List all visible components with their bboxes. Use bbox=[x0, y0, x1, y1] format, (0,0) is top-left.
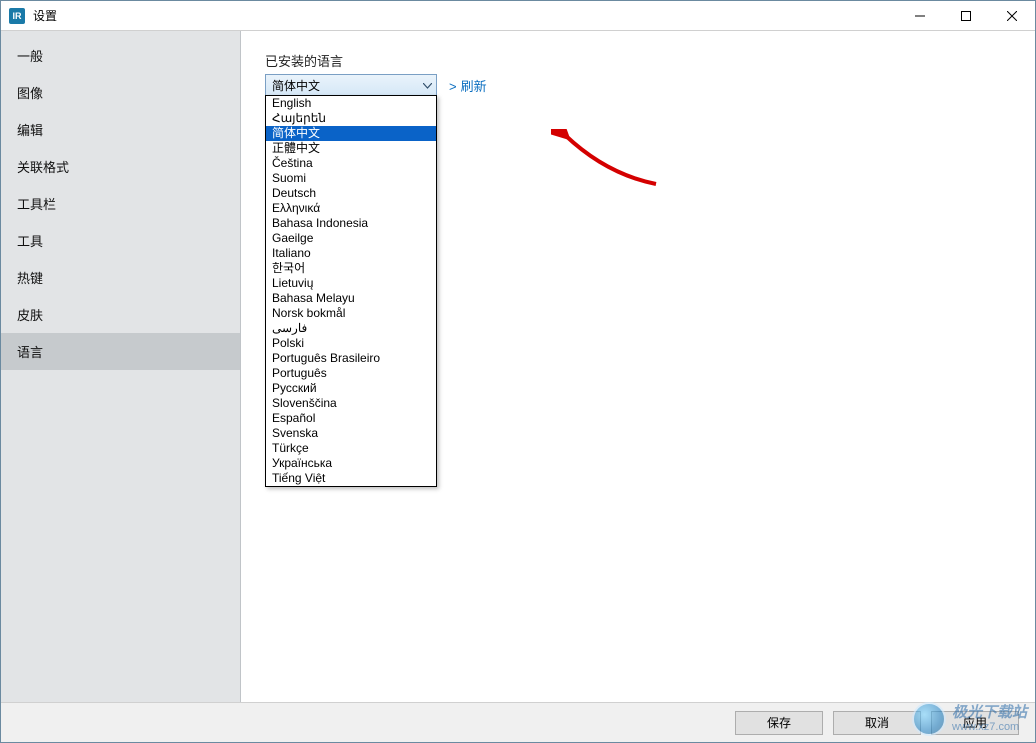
language-option[interactable]: Tiếng Việt bbox=[266, 471, 436, 486]
language-option[interactable]: Lietuvių bbox=[266, 276, 436, 291]
titlebar: IR 设置 bbox=[1, 1, 1035, 31]
language-option[interactable]: Gaeilge bbox=[266, 231, 436, 246]
language-option[interactable]: Čeština bbox=[266, 156, 436, 171]
sidebar: 一般图像编辑关联格式工具栏工具热键皮肤语言 bbox=[1, 31, 241, 702]
language-combobox[interactable]: 简体中文 bbox=[265, 74, 437, 96]
language-option[interactable]: Português Brasileiro bbox=[266, 351, 436, 366]
language-option[interactable]: Bahasa Indonesia bbox=[266, 216, 436, 231]
minimize-button[interactable] bbox=[897, 1, 943, 31]
window-title: 设置 bbox=[33, 7, 57, 24]
maximize-button[interactable] bbox=[943, 1, 989, 31]
chevron-down-icon bbox=[423, 78, 432, 92]
sidebar-item-1[interactable]: 图像 bbox=[1, 74, 240, 111]
close-button[interactable] bbox=[989, 1, 1035, 31]
language-option[interactable]: Русский bbox=[266, 381, 436, 396]
language-option[interactable]: 简体中文 bbox=[266, 126, 436, 141]
app-icon: IR bbox=[9, 8, 25, 24]
language-option[interactable]: 正體中文 bbox=[266, 141, 436, 156]
language-option[interactable]: Suomi bbox=[266, 171, 436, 186]
language-option[interactable]: Português bbox=[266, 366, 436, 381]
installed-languages-label: 已安装的语言 bbox=[265, 51, 1011, 70]
annotation-arrow bbox=[551, 129, 671, 189]
sidebar-item-8[interactable]: 语言 bbox=[1, 333, 240, 370]
language-option[interactable]: Türkçe bbox=[266, 441, 436, 456]
language-option[interactable]: Հայերեն bbox=[266, 111, 436, 126]
language-option[interactable]: Українська bbox=[266, 456, 436, 471]
language-dropdown: EnglishՀայերեն简体中文正體中文ČeštinaSuomiDeutsc… bbox=[265, 95, 437, 487]
refresh-label: 刷新 bbox=[461, 79, 487, 94]
language-option[interactable]: Español bbox=[266, 411, 436, 426]
language-option[interactable]: 한국어 bbox=[266, 261, 436, 276]
language-option[interactable]: English bbox=[266, 96, 436, 111]
language-option[interactable]: Polski bbox=[266, 336, 436, 351]
language-option[interactable]: Ελληνικά bbox=[266, 201, 436, 216]
sidebar-item-7[interactable]: 皮肤 bbox=[1, 296, 240, 333]
chevron-right-icon: > bbox=[449, 79, 457, 94]
language-option[interactable]: Slovenščina bbox=[266, 396, 436, 411]
sidebar-item-2[interactable]: 编辑 bbox=[1, 111, 240, 148]
sidebar-item-3[interactable]: 关联格式 bbox=[1, 148, 240, 185]
refresh-link[interactable]: > 刷新 bbox=[449, 76, 487, 95]
sidebar-item-6[interactable]: 热键 bbox=[1, 259, 240, 296]
content-pane: 已安装的语言 简体中文 >刷新 EnglishՀայերեն简体中文正體中文Če… bbox=[241, 31, 1035, 702]
apply-button[interactable]: 应用 bbox=[931, 711, 1019, 735]
language-option[interactable]: Deutsch bbox=[266, 186, 436, 201]
combobox-value: 简体中文 bbox=[272, 77, 320, 94]
sidebar-item-4[interactable]: 工具栏 bbox=[1, 185, 240, 222]
footer: 保存 取消 应用 bbox=[1, 702, 1035, 742]
language-option[interactable]: Norsk bokmål bbox=[266, 306, 436, 321]
language-option[interactable]: Italiano bbox=[266, 246, 436, 261]
language-option[interactable]: Bahasa Melayu bbox=[266, 291, 436, 306]
language-option[interactable]: Svenska bbox=[266, 426, 436, 441]
cancel-button[interactable]: 取消 bbox=[833, 711, 921, 735]
language-option[interactable]: فارسی bbox=[266, 321, 436, 336]
save-button[interactable]: 保存 bbox=[735, 711, 823, 735]
sidebar-item-0[interactable]: 一般 bbox=[1, 37, 240, 74]
sidebar-item-5[interactable]: 工具 bbox=[1, 222, 240, 259]
